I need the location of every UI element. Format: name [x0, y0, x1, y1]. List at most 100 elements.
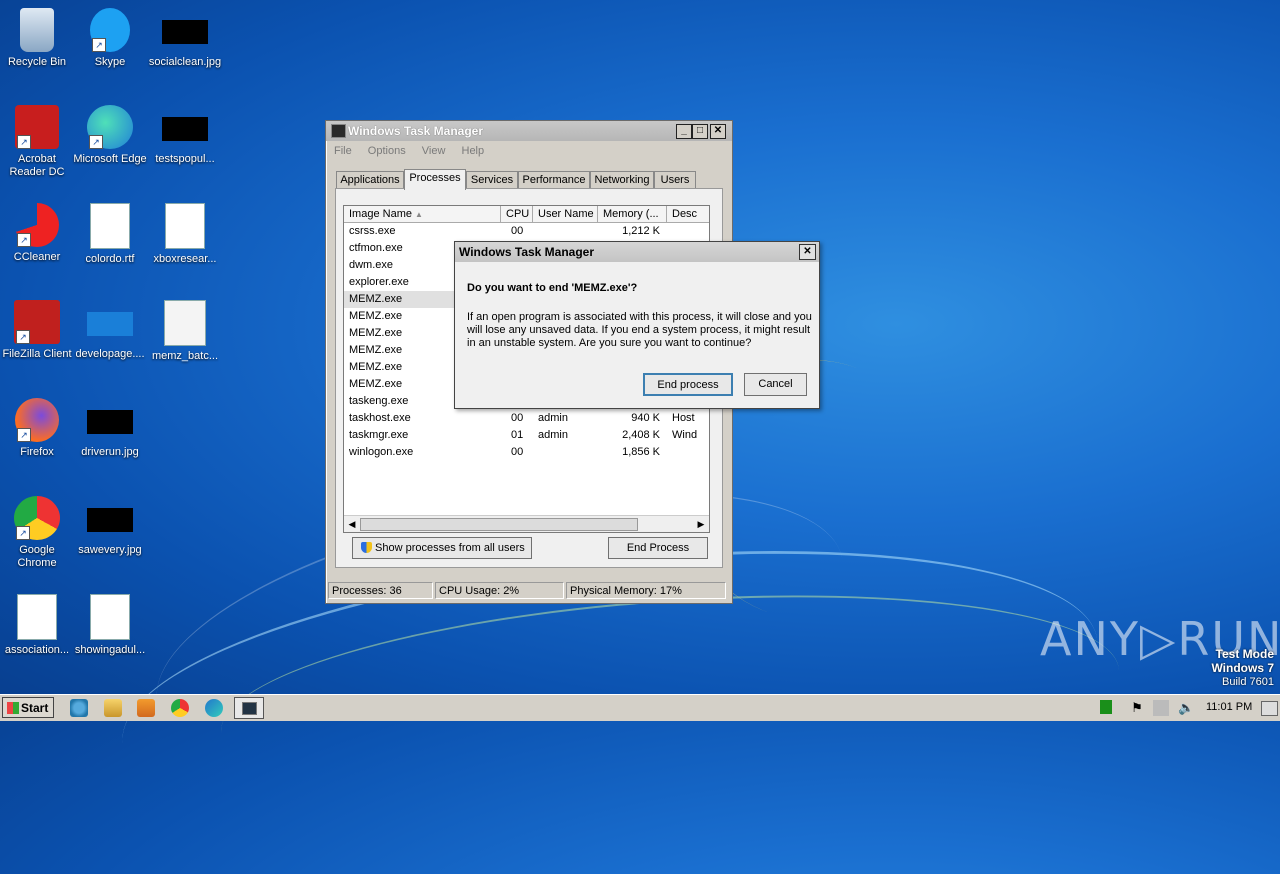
desktop-icon-label: CCleaner: [13, 251, 61, 263]
ie-icon[interactable]: [70, 699, 88, 717]
show-desktop-icon[interactable]: [1261, 701, 1278, 716]
flag-icon[interactable]: ⚑: [1129, 700, 1145, 716]
process-name-cell: MEMZ.exe: [349, 344, 403, 356]
menu-file[interactable]: File: [334, 145, 352, 157]
cancel-button[interactable]: Cancel: [744, 373, 807, 396]
uac-shield-icon: [361, 542, 372, 553]
end-process-dialog[interactable]: Windows Task Manager ✕ Do you want to en…: [454, 241, 820, 409]
desktop-icon[interactable]: ↗ Acrobat Reader DC: [0, 105, 74, 179]
show-all-users-button[interactable]: Show processes from all users: [352, 537, 532, 559]
desktop-icon[interactable]: xboxresear...: [148, 203, 222, 266]
task-manager-titlebar[interactable]: Windows Task Manager _ □ ✕: [326, 121, 732, 141]
taskbar-clock[interactable]: 11:01 PM: [1206, 701, 1252, 713]
watermark-line1: Test Mode: [1215, 647, 1274, 661]
edge-icon[interactable]: [205, 699, 223, 717]
column-cpu[interactable]: CPU: [501, 206, 533, 222]
status-cpu: CPU Usage: 2%: [435, 582, 564, 599]
status-bar: Processes: 36 CPU Usage: 2% Physical Mem…: [328, 582, 728, 600]
desktop-icon[interactable]: ↗ Skype: [73, 8, 147, 69]
desktop-icon[interactable]: ↗ Google Chrome: [0, 496, 74, 570]
window-title: Windows Task Manager: [348, 124, 484, 138]
desktop-icon[interactable]: socialclean.jpg: [148, 8, 222, 69]
tab-users[interactable]: Users: [654, 171, 696, 189]
process-row[interactable]: csrss.exe 00 1,212 K: [344, 223, 709, 240]
desktop-icon-label: association...: [4, 644, 70, 656]
process-user-cell: admin: [538, 412, 568, 424]
desktop-icon[interactable]: colordo.rtf: [73, 203, 147, 266]
process-name-cell: MEMZ.exe: [349, 310, 403, 322]
process-mem-cell: 1,856 K: [622, 446, 660, 458]
desktop-icon[interactable]: developage....: [73, 300, 147, 361]
image-file-icon: [87, 312, 133, 336]
desktop-icon[interactable]: showingadul...: [73, 594, 147, 657]
process-name-cell: MEMZ.exe: [349, 361, 403, 373]
desktop-icon-label: Acrobat Reader DC: [9, 153, 65, 178]
dialog-titlebar[interactable]: Windows Task Manager ✕: [455, 242, 819, 262]
desktop-icon[interactable]: sawevery.jpg: [73, 496, 147, 557]
process-row[interactable]: winlogon.exe 00 1,856 K: [344, 444, 709, 461]
desktop-icon-label: xboxresear...: [153, 253, 217, 265]
tab-processes[interactable]: Processes: [404, 169, 466, 190]
close-button[interactable]: ✕: [710, 124, 726, 139]
process-row[interactable]: taskhost.exe 00 admin 940 K Host: [344, 410, 709, 427]
desktop-icon[interactable]: memz_batc...: [148, 300, 222, 363]
dialog-message: If an open program is associated with th…: [467, 311, 812, 349]
desktop-icon[interactable]: association...: [0, 594, 74, 657]
column-description[interactable]: Desc: [667, 206, 709, 222]
word-doc-icon: [90, 594, 130, 640]
network-icon[interactable]: [1153, 700, 1169, 716]
column-image-name[interactable]: Image Name ▲: [344, 206, 501, 222]
scroll-right-icon[interactable]: ▶: [694, 517, 708, 531]
task-manager-icon: [242, 702, 257, 715]
maximize-button[interactable]: □: [692, 124, 708, 139]
tab-applications[interactable]: Applications: [336, 171, 404, 189]
watermark-line3: Build 7601: [1222, 676, 1274, 688]
explorer-icon[interactable]: [104, 699, 122, 717]
tray-status-icon[interactable]: [1100, 700, 1112, 714]
confirm-end-process-button[interactable]: End process: [643, 373, 733, 396]
process-name-cell: winlogon.exe: [349, 446, 414, 458]
scrollbar-thumb[interactable]: [360, 518, 638, 531]
task-manager-taskbar-button[interactable]: [234, 697, 264, 719]
batch-file-icon: [164, 300, 206, 346]
status-memory: Physical Memory: 17%: [566, 582, 726, 599]
desktop-icon[interactable]: ↗ Microsoft Edge: [73, 105, 147, 166]
desktop-icon[interactable]: Recycle Bin: [0, 8, 74, 69]
menu-options[interactable]: Options: [368, 145, 406, 157]
menu-help[interactable]: Help: [462, 145, 485, 157]
column-user-name[interactable]: User Name: [533, 206, 598, 222]
process-name-cell: MEMZ.exe: [349, 378, 403, 390]
chrome-icon: ↗: [14, 496, 60, 540]
scroll-left-icon[interactable]: ◀: [345, 517, 359, 531]
speaker-icon[interactable]: 🔈: [1178, 700, 1194, 716]
image-file-icon: [87, 410, 133, 434]
column-memory[interactable]: Memory (...: [598, 206, 667, 222]
menu-view[interactable]: View: [422, 145, 446, 157]
desktop-icon[interactable]: testspopul...: [148, 105, 222, 166]
chrome-icon[interactable]: [171, 699, 189, 717]
tab-services[interactable]: Services: [466, 171, 518, 189]
process-name-cell: explorer.exe: [349, 276, 409, 288]
process-cpu-cell: 01: [511, 429, 524, 441]
dialog-close-button[interactable]: ✕: [799, 244, 816, 260]
tab-performance[interactable]: Performance: [518, 171, 590, 189]
menu-bar: File Options View Help: [334, 145, 497, 157]
minimize-button[interactable]: _: [676, 124, 692, 139]
desktop-icon[interactable]: ↗ FileZilla Client: [0, 300, 74, 361]
horizontal-scrollbar[interactable]: ◀ ▶: [344, 515, 709, 532]
desktop-icon[interactable]: ↗ Firefox: [0, 398, 74, 459]
tab-networking[interactable]: Networking: [590, 171, 654, 189]
process-name-cell: dwm.exe: [349, 259, 394, 271]
image-file-icon: [87, 508, 133, 532]
taskbar: Start ⚑ 🔈 11:01 PM: [0, 694, 1280, 721]
recycle-bin-icon: [20, 8, 54, 52]
end-process-button[interactable]: End Process: [608, 537, 708, 559]
desktop-icon[interactable]: ↗ CCleaner: [0, 203, 74, 264]
media-player-icon[interactable]: [137, 699, 155, 717]
start-label: Start: [21, 701, 49, 715]
process-name-cell: MEMZ.exe: [349, 293, 403, 305]
start-button[interactable]: Start: [2, 697, 54, 718]
desktop-icon[interactable]: driverun.jpg: [73, 398, 147, 459]
windows-logo-icon: [7, 702, 19, 714]
process-row[interactable]: taskmgr.exe 01 admin 2,408 K Wind: [344, 427, 709, 444]
